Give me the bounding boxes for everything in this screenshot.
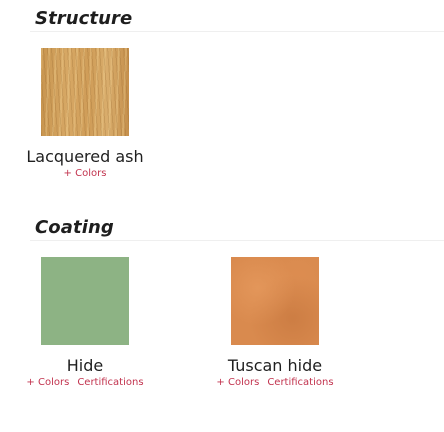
colors-link[interactable]: + Colors — [64, 168, 107, 179]
section-divider — [30, 31, 444, 32]
colors-link[interactable]: + Colors — [216, 377, 259, 388]
finish-links: + Colors — [10, 167, 160, 180]
finish-name: Tuscan hide — [227, 356, 323, 375]
section-title-coating: Coating — [35, 217, 114, 238]
finish-swatch[interactable] — [41, 48, 129, 136]
finish-name: Lacquered ash — [26, 147, 144, 166]
finishes-page: Structure Lacquered ash + Colors Coating… — [0, 0, 444, 432]
section-title-structure: Structure — [35, 8, 133, 29]
finish-card-lacquered-ash[interactable]: Lacquered ash + Colors — [10, 48, 160, 180]
finish-swatch[interactable] — [41, 257, 129, 345]
certifications-link[interactable]: Certifications — [267, 377, 333, 388]
finish-card-tuscan-hide[interactable]: Tuscan hide + Colors Certifications — [200, 257, 350, 389]
finish-swatch[interactable] — [231, 257, 319, 345]
colors-link[interactable]: + Colors — [26, 377, 69, 388]
finish-name: Hide — [66, 356, 104, 375]
finish-links: + Colors Certifications — [200, 376, 350, 389]
finish-links: + Colors Certifications — [10, 376, 160, 389]
certifications-link[interactable]: Certifications — [77, 377, 143, 388]
finish-card-hide[interactable]: Hide + Colors Certifications — [10, 257, 160, 389]
section-divider — [30, 240, 444, 241]
